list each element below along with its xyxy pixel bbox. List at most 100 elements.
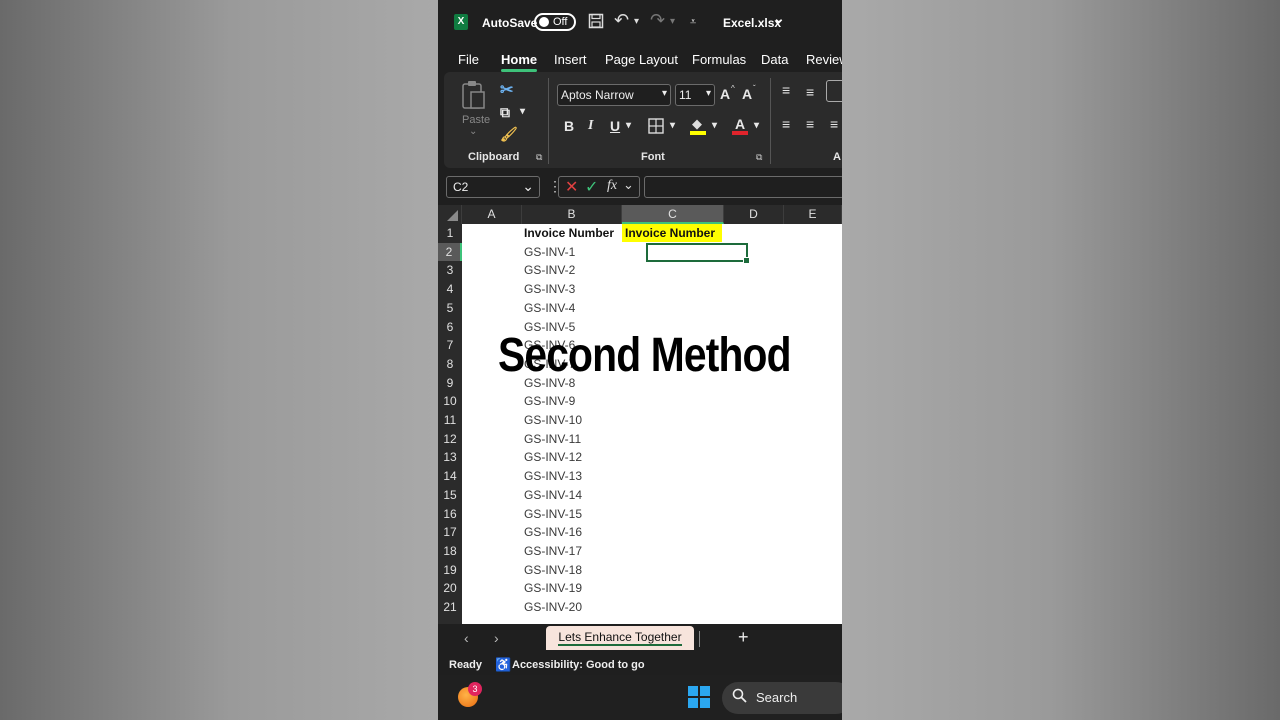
- cell-b11[interactable]: GS-INV-10: [524, 413, 582, 427]
- clipboard-launcher-icon[interactable]: ⧉: [536, 152, 542, 163]
- italic-button[interactable]: I: [588, 118, 593, 134]
- row-header-4[interactable]: 4: [438, 280, 462, 299]
- worksheet-grid[interactable]: Invoice Number Invoice Number GS-INV-1 GS…: [462, 224, 842, 624]
- autosave-toggle[interactable]: Off: [534, 13, 576, 31]
- font-size-select[interactable]: 11 ▾: [675, 84, 715, 106]
- column-header-e[interactable]: E: [784, 205, 842, 224]
- fill-color-icon[interactable]: ◆: [690, 116, 708, 136]
- accessibility-status[interactable]: Accessibility: Good to go: [512, 659, 645, 671]
- chevron-down-icon[interactable]: ⌄: [623, 177, 634, 193]
- tab-home[interactable]: Home: [501, 52, 538, 72]
- insert-function-icon[interactable]: fx: [607, 178, 617, 194]
- font-color-icon[interactable]: A: [732, 116, 750, 136]
- customize-toolbar-icon[interactable]: ⩡: [690, 14, 696, 30]
- redo-dropdown-icon[interactable]: ▾: [670, 14, 675, 30]
- underline-dropdown-icon[interactable]: ▾: [626, 120, 631, 131]
- cell-b18[interactable]: GS-INV-17: [524, 544, 582, 558]
- row-header-21[interactable]: 21: [438, 598, 462, 617]
- next-sheet-icon[interactable]: ›: [494, 630, 499, 646]
- row-header-1[interactable]: 1: [438, 224, 462, 243]
- taskbar-search[interactable]: Search: [722, 682, 842, 714]
- tab-formulas[interactable]: Formulas: [692, 52, 746, 67]
- cell-b15[interactable]: GS-INV-14: [524, 488, 582, 502]
- align-left-icon[interactable]: ≡: [782, 116, 790, 132]
- row-header-3[interactable]: 3: [438, 261, 462, 280]
- tab-file[interactable]: File: [458, 52, 479, 67]
- cell-b12[interactable]: GS-INV-11: [524, 432, 581, 446]
- cell-b10[interactable]: GS-INV-9: [524, 394, 575, 408]
- underline-button[interactable]: U: [610, 118, 620, 134]
- formula-input[interactable]: [644, 176, 842, 198]
- row-header-13[interactable]: 13: [438, 448, 462, 467]
- windows-start-icon[interactable]: [688, 686, 710, 708]
- fill-color-dropdown-icon[interactable]: ▾: [712, 120, 717, 131]
- cell-b19[interactable]: GS-INV-18: [524, 563, 582, 577]
- copy-icon[interactable]: ⧉: [500, 104, 510, 121]
- align-center-icon[interactable]: ≡: [806, 116, 814, 132]
- row-header-17[interactable]: 17: [438, 523, 462, 542]
- cut-icon[interactable]: ✂: [500, 80, 513, 100]
- row-header-19[interactable]: 19: [438, 561, 462, 580]
- tab-page-layout[interactable]: Page Layout: [605, 52, 678, 67]
- row-header-12[interactable]: 12: [438, 430, 462, 449]
- enter-icon[interactable]: ✓: [585, 177, 598, 197]
- column-header-b[interactable]: B: [522, 205, 622, 224]
- row-header-7[interactable]: 7: [438, 336, 462, 355]
- column-header-c[interactable]: C: [622, 205, 724, 224]
- paste-dropdown-icon[interactable]: ⌄: [469, 126, 477, 137]
- select-all-button[interactable]: [438, 205, 462, 224]
- tab-review[interactable]: Review: [806, 52, 842, 67]
- cell-c1[interactable]: Invoice Number: [622, 224, 722, 242]
- save-icon[interactable]: [588, 13, 604, 33]
- shrink-font-icon[interactable]: A: [742, 86, 752, 102]
- cell-b21[interactable]: GS-INV-20: [524, 600, 582, 614]
- font-color-dropdown-icon[interactable]: ▾: [754, 120, 759, 131]
- name-box[interactable]: C2 ⌄: [446, 176, 540, 198]
- bold-button[interactable]: B: [564, 118, 574, 134]
- align-right-icon[interactable]: ≡: [830, 116, 838, 132]
- align-middle-icon[interactable]: ≡: [806, 84, 814, 100]
- redo-icon[interactable]: ↷: [650, 11, 665, 29]
- active-cell-c2[interactable]: [646, 243, 750, 264]
- filename-chevron-icon[interactable]: ⌄: [773, 10, 785, 27]
- paste-icon[interactable]: [460, 80, 486, 110]
- row-header-18[interactable]: 18: [438, 542, 462, 561]
- cell-b2[interactable]: GS-INV-1: [524, 245, 575, 259]
- borders-icon[interactable]: [648, 118, 664, 134]
- row-header-9[interactable]: 9: [438, 374, 462, 393]
- cell-b3[interactable]: GS-INV-2: [524, 263, 575, 277]
- format-painter-icon[interactable]: 🖌: [500, 126, 518, 143]
- align-top-icon[interactable]: ≡: [782, 82, 790, 98]
- borders-dropdown-icon[interactable]: ▾: [670, 120, 675, 131]
- tab-insert[interactable]: Insert: [554, 52, 587, 67]
- cell-b1[interactable]: Invoice Number: [524, 226, 614, 240]
- row-header-8[interactable]: 8: [438, 355, 462, 374]
- align-bottom-icon[interactable]: [826, 80, 842, 102]
- undo-icon[interactable]: ↶: [614, 11, 629, 29]
- font-name-select[interactable]: Aptos Narrow ▾: [557, 84, 671, 106]
- row-header-16[interactable]: 16: [438, 505, 462, 524]
- column-header-a[interactable]: A: [462, 205, 522, 224]
- cell-b13[interactable]: GS-INV-12: [524, 450, 582, 464]
- row-header-20[interactable]: 20: [438, 579, 462, 598]
- tab-data[interactable]: Data: [761, 52, 788, 67]
- font-launcher-icon[interactable]: ⧉: [756, 152, 762, 163]
- sheet-tab-active[interactable]: Lets Enhance Together: [546, 626, 694, 650]
- row-header-10[interactable]: 10: [438, 392, 462, 411]
- row-header-5[interactable]: 5: [438, 299, 462, 318]
- cell-b20[interactable]: GS-INV-19: [524, 581, 582, 595]
- prev-sheet-icon[interactable]: ‹: [464, 630, 469, 646]
- undo-dropdown-icon[interactable]: ▾: [634, 14, 639, 30]
- row-header-15[interactable]: 15: [438, 486, 462, 505]
- cell-b14[interactable]: GS-INV-13: [524, 469, 582, 483]
- row-header-2[interactable]: 2: [438, 242, 462, 262]
- copy-dropdown-icon[interactable]: ▾: [520, 106, 525, 117]
- column-header-d[interactable]: D: [724, 205, 784, 224]
- row-header-11[interactable]: 11: [438, 411, 462, 430]
- row-header-14[interactable]: 14: [438, 467, 462, 486]
- grow-font-icon[interactable]: A: [720, 86, 730, 102]
- cell-b4[interactable]: GS-INV-3: [524, 282, 575, 296]
- cancel-icon[interactable]: ✕: [565, 177, 578, 197]
- accessibility-icon[interactable]: ♿: [495, 657, 511, 673]
- add-sheet-button[interactable]: +: [738, 627, 749, 648]
